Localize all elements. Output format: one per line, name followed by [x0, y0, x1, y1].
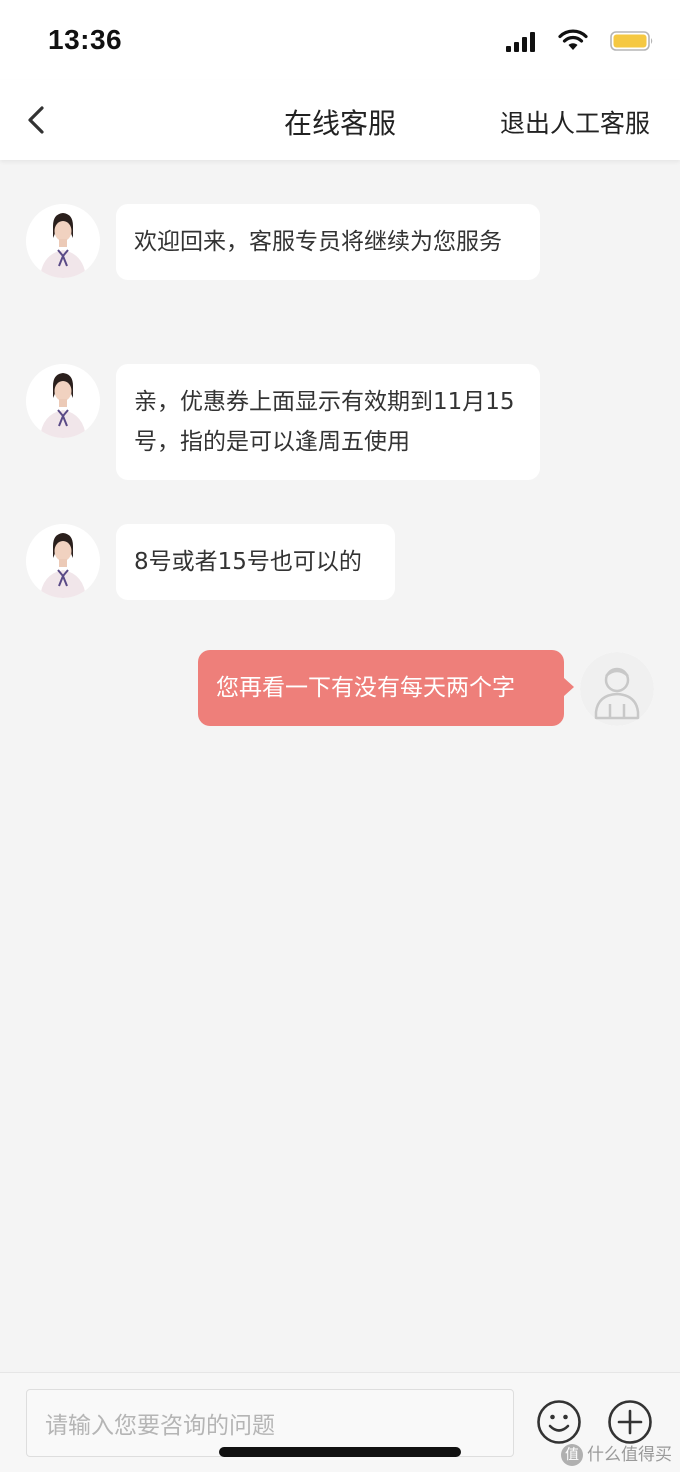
agent-avatar[interactable]	[26, 364, 100, 438]
exit-human-service-button[interactable]: 退出人工客服	[500, 104, 650, 140]
agent-message-bubble: 亲，优惠券上面显示有效期到11月15号，指的是可以逢周五使用	[116, 364, 540, 480]
agent-avatar[interactable]	[26, 524, 100, 598]
status-icons	[454, 28, 654, 56]
plus-circle-icon[interactable]	[607, 1399, 653, 1445]
battery-icon	[610, 31, 653, 51]
watermark-text: 什么值得买	[587, 1445, 672, 1465]
agent-message-bubble: 欢迎回来，客服专员将继续为您服务	[116, 204, 540, 280]
nav-bar: 在线客服 退出人工客服	[0, 80, 680, 160]
status-time: 13:36	[48, 24, 123, 55]
user-avatar[interactable]	[580, 652, 654, 726]
emoji-icon[interactable]	[536, 1399, 582, 1445]
agent-message-bubble: 8号或者15号也可以的	[116, 524, 395, 600]
status-bar: 13:36	[0, 0, 680, 80]
watermark-logo: 值	[561, 1444, 583, 1466]
home-indicator	[219, 1447, 461, 1457]
user-message-bubble: 您再看一下有没有每天两个字	[198, 650, 574, 726]
signal-icon	[506, 32, 535, 52]
chat-area[interactable]: 欢迎回来，客服专员将继续为您服务 亲，优惠券上面显示有效期到11月15号，指的是…	[0, 160, 680, 1372]
agent-avatar[interactable]	[26, 204, 100, 278]
wifi-icon	[558, 29, 588, 50]
watermark: 值什么值得买	[561, 1440, 672, 1466]
